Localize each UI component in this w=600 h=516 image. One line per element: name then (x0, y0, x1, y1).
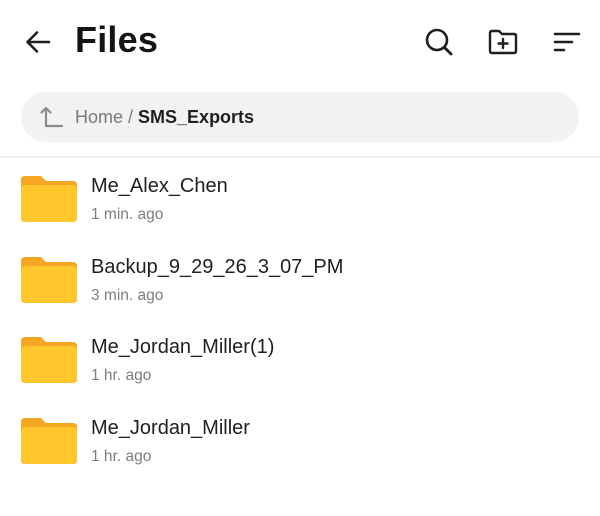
list-item[interactable]: Me_Alex_Chen 1 min. ago (0, 160, 600, 241)
file-list: Me_Alex_Chen 1 min. ago Backup_9_29_26_3… (0, 160, 600, 482)
folder-icon (21, 256, 77, 303)
breadcrumb: Home / SMS_Exports (21, 92, 579, 142)
file-name: Backup_9_29_26_3_07_PM (91, 255, 344, 278)
header-divider (0, 156, 600, 158)
up-arrow-icon (40, 106, 64, 128)
new-folder-icon (488, 29, 518, 55)
search-button[interactable] (419, 22, 459, 62)
navigate-up-button[interactable] (37, 102, 67, 132)
folder-icon (21, 176, 77, 222)
breadcrumb-separator: / (128, 106, 134, 127)
folder-icon (21, 337, 77, 383)
file-manager-screen: Files Home / SMS_Exports Me_Alex_Chen 1 … (0, 0, 600, 516)
page-title: Files (75, 19, 159, 60)
file-modified-time: 3 min. ago (91, 286, 164, 304)
breadcrumb-home[interactable]: Home (75, 107, 123, 128)
file-modified-time: 1 hr. ago (91, 367, 152, 384)
breadcrumb-current: SMS_Exports (138, 106, 255, 127)
search-icon (425, 28, 453, 56)
file-modified-time: 1 hr. ago (91, 447, 152, 465)
folder-icon (21, 417, 77, 464)
list-item[interactable]: Me_Jordan_Miller(1) 1 hr. ago (0, 321, 600, 402)
file-name: Me_Jordan_Miller (91, 416, 250, 439)
sort-button[interactable] (547, 22, 587, 62)
file-modified-time: 1 min. ago (91, 206, 164, 223)
new-folder-button[interactable] (483, 22, 523, 62)
file-name: Me_Alex_Chen (91, 175, 228, 197)
back-button[interactable] (18, 22, 58, 62)
arrow-left-icon (26, 31, 51, 53)
app-header: Files (0, 0, 600, 82)
list-item[interactable]: Me_Jordan_Miller 1 hr. ago (0, 402, 600, 483)
breadcrumb-path: Home / SMS_Exports (75, 107, 254, 128)
list-item[interactable]: Backup_9_29_26_3_07_PM 3 min. ago (0, 241, 600, 322)
file-name: Me_Jordan_Miller(1) (91, 336, 275, 358)
sort-icon (553, 32, 581, 52)
